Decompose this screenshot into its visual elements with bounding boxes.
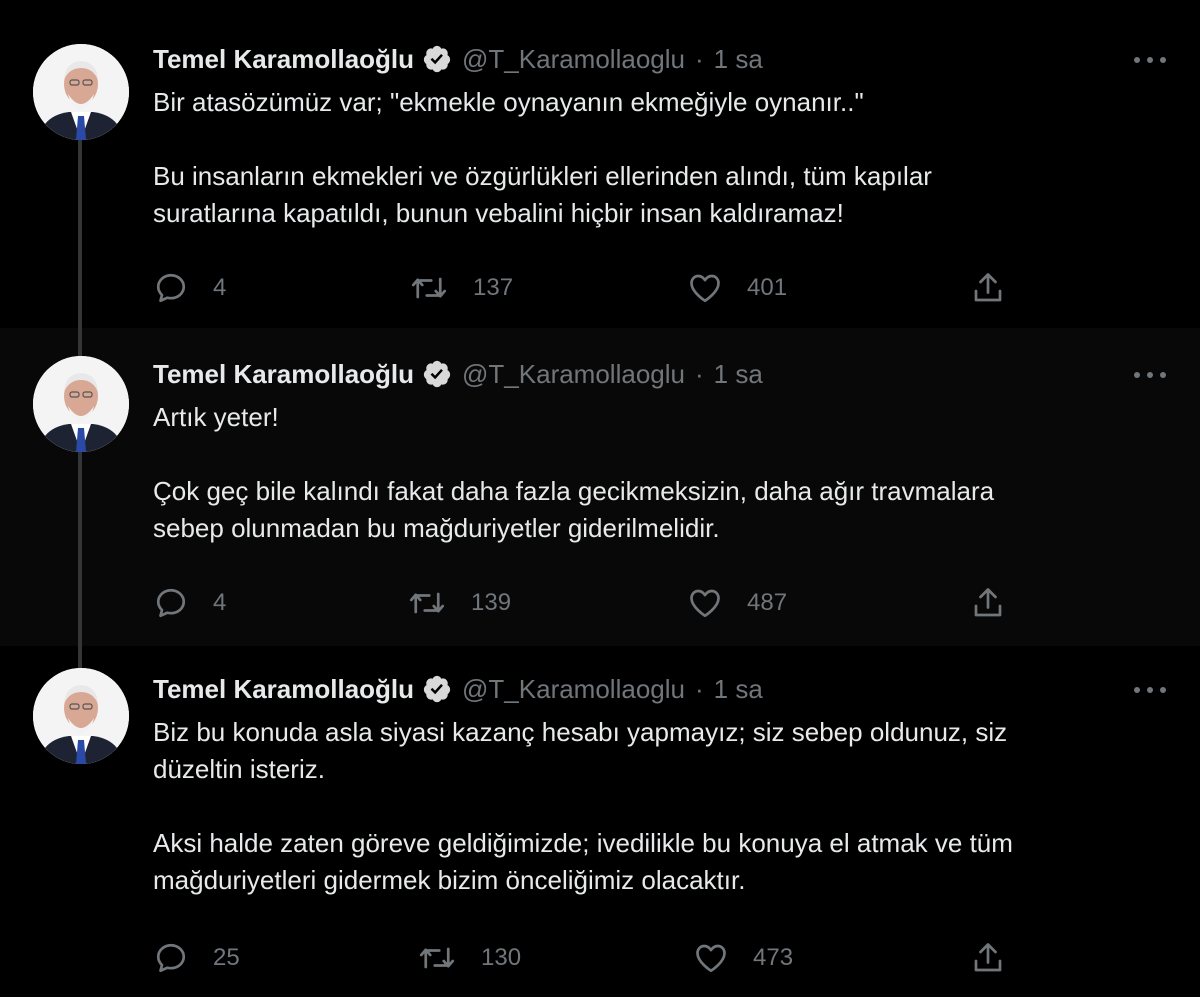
retweet-icon	[409, 592, 445, 614]
author-handle[interactable]: @T_Karamollaoglu	[462, 359, 685, 390]
retweet-count: 130	[481, 944, 522, 971]
avatar[interactable]	[33, 668, 129, 764]
share-icon	[974, 943, 1002, 972]
share-icon	[974, 588, 1002, 617]
tweet-actions: 25 130 473	[153, 938, 1013, 978]
share-button[interactable]	[970, 268, 1006, 308]
like-icon	[696, 944, 726, 973]
thread-line	[78, 452, 82, 646]
tweet-1[interactable]: Temel Karamollaoğlu @T_Karamollaoglu · 1…	[0, 0, 1200, 328]
reply-icon	[156, 588, 186, 618]
tweet-line: Biz bu konuda asla siyasi kazanç hesabı …	[153, 717, 1008, 747]
thread-line-in	[78, 328, 82, 356]
reply-button[interactable]: 25	[153, 938, 240, 978]
share-button[interactable]	[970, 938, 1006, 978]
tweet-timestamp[interactable]: 1 sa	[714, 44, 763, 75]
reply-count: 4	[213, 274, 227, 301]
like-icon	[690, 589, 720, 618]
tweet-line: suratlarına kapatıldı, bunun vebalini hi…	[153, 198, 844, 228]
tweet-text: Biz bu konuda asla siyasi kazanç hesabı …	[153, 714, 1163, 899]
tweet-header: Temel Karamollaoğlu @T_Karamollaoglu · 1…	[153, 669, 763, 709]
like-count: 487	[747, 589, 788, 616]
like-count: 473	[753, 944, 794, 971]
reply-icon	[156, 273, 186, 303]
tweet-line: sebep olunmadan bu mağduriyetler gideril…	[153, 513, 720, 543]
share-button[interactable]	[970, 583, 1006, 623]
separator: ·	[694, 43, 704, 74]
tweet-line: Artık yeter!	[153, 402, 279, 432]
verified-badge-icon	[422, 44, 452, 74]
tweet-line: Bu insanların ekmekleri ve özgürlükleri …	[153, 161, 932, 191]
author-handle[interactable]: @T_Karamollaoglu	[462, 44, 685, 75]
like-button[interactable]: 487	[687, 583, 787, 623]
tweet-line: Aksi halde zaten göreve geldiğimizde; iv…	[153, 828, 1013, 858]
reply-count: 4	[213, 589, 227, 616]
reply-icon	[156, 943, 186, 973]
tweet-header: Temel Karamollaoğlu @T_Karamollaoglu · 1…	[153, 39, 763, 79]
author-name[interactable]: Temel Karamollaoğlu	[153, 44, 414, 75]
tweet-line: düzeltin isteriz.	[153, 754, 325, 784]
tweet-timestamp[interactable]: 1 sa	[714, 359, 763, 390]
avatar[interactable]	[33, 44, 129, 140]
more-options-icon[interactable]	[1130, 675, 1170, 705]
tweet-text: Bir atasözümüz var; "ekmekle oynayanın e…	[153, 84, 1163, 232]
author-handle[interactable]: @T_Karamollaoglu	[462, 674, 685, 705]
like-count: 401	[747, 274, 788, 301]
retweet-icon	[419, 947, 455, 969]
like-icon	[690, 274, 720, 303]
reply-button[interactable]: 4	[153, 268, 226, 308]
tweet-actions: 4 137 401	[153, 268, 1013, 308]
retweet-count: 139	[471, 589, 512, 616]
tweet-line: Çok geç bile kalındı fakat daha fazla ge…	[153, 476, 995, 506]
like-button[interactable]: 473	[693, 938, 793, 978]
tweet-header: Temel Karamollaoğlu @T_Karamollaoglu · 1…	[153, 354, 763, 394]
retweet-button[interactable]: 137	[409, 268, 513, 308]
tweet-2[interactable]: Temel Karamollaoğlu @T_Karamollaoglu · 1…	[0, 328, 1200, 646]
avatar[interactable]	[33, 356, 129, 452]
reply-button[interactable]: 4	[153, 583, 226, 623]
verified-badge-icon	[422, 674, 452, 704]
author-name[interactable]: Temel Karamollaoğlu	[153, 359, 414, 390]
retweet-count: 137	[473, 274, 514, 301]
author-name[interactable]: Temel Karamollaoğlu	[153, 674, 414, 705]
retweet-icon	[411, 277, 447, 299]
more-options-icon[interactable]	[1130, 45, 1170, 75]
verified-badge-icon	[422, 359, 452, 389]
tweet-actions: 4 139 487	[153, 583, 1013, 623]
more-options-icon[interactable]	[1130, 360, 1170, 390]
thread-line-in	[78, 646, 82, 668]
tweet-timestamp[interactable]: 1 sa	[714, 674, 763, 705]
reply-count: 25	[213, 944, 240, 971]
tweet-line: Bir atasözümüz var; "ekmekle oynayanın e…	[153, 87, 864, 117]
retweet-button[interactable]: 130	[417, 938, 521, 978]
separator: ·	[694, 673, 704, 704]
tweet-text: Artık yeter! Çok geç bile kalındı fakat …	[153, 399, 1163, 547]
like-button[interactable]: 401	[687, 268, 787, 308]
tweet-3[interactable]: Temel Karamollaoğlu @T_Karamollaoglu · 1…	[0, 646, 1200, 997]
tweet-line: mağduriyetleri gidermek bizim önceliğimi…	[153, 865, 746, 895]
share-icon	[974, 273, 1002, 302]
separator: ·	[694, 358, 704, 389]
retweet-button[interactable]: 139	[407, 583, 511, 623]
thread-line	[78, 140, 82, 328]
